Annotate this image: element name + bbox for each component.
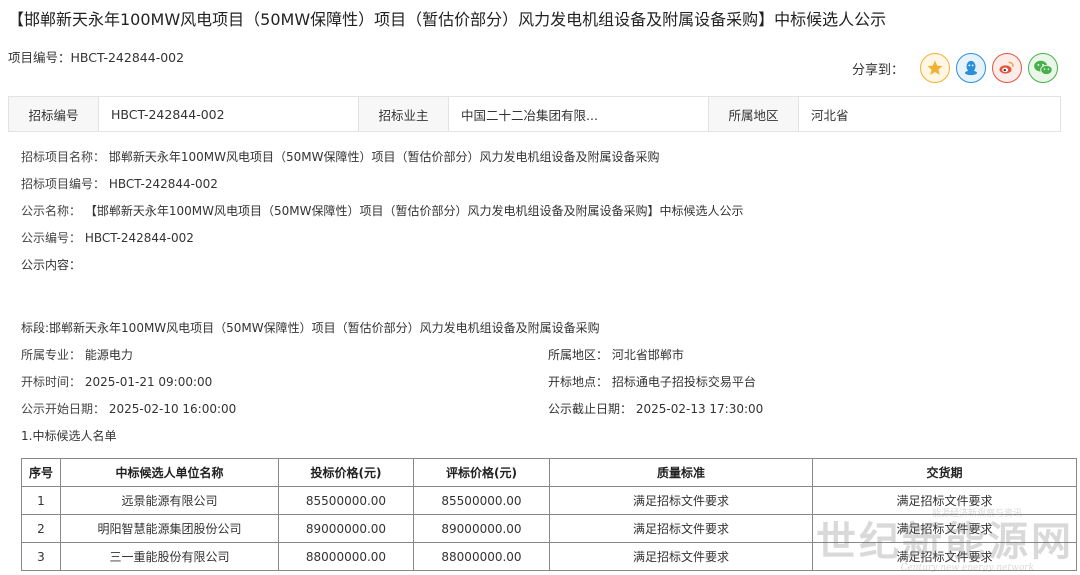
header-quality: 质量标准 [549, 458, 813, 487]
header-bid-price: 投标价格(元) [278, 458, 414, 487]
share-label: 分享到： [851, 62, 904, 78]
notice-end-label: 公示截止日期： [548, 402, 633, 416]
open-time-value: 2025-01-21 09:00:00 [84, 375, 213, 389]
share-weibo-button[interactable] [992, 53, 1022, 83]
cell-delivery: 满足招标文件要求 [812, 514, 1077, 543]
open-place-value: 招标通电子招投标交易平台 [611, 375, 756, 389]
cell-bid-price: 85500000.00 [278, 486, 414, 515]
area-label: 所属地区： [548, 348, 609, 362]
owner-value[interactable]: 中国二十二冶集团有限... [449, 97, 709, 131]
table-header-row: 序号 中标候选人单位名称 投标价格(元) 评标价格(元) 质量标准 交货期 [21, 458, 1077, 487]
notice-name-value: 【邯郸新天永年100MW风电项目（50MW保障性）项目（暂估价部分）风力发电机组… [84, 204, 744, 218]
qq-penguin-icon [965, 60, 977, 76]
notice-number-value: HBCT-242844-002 [84, 231, 194, 245]
open-place-label: 开标地点： [548, 375, 609, 389]
specialty-value: 能源电力 [84, 348, 133, 362]
cell-delivery: 满足招标文件要求 [812, 486, 1077, 515]
project-name-row: 招标项目名称： 邯郸新天永年100MW风电项目（50MW保障性）项目（暂估价部分… [21, 148, 659, 165]
share-qq-button[interactable] [956, 53, 986, 83]
info-bar: 招标编号 HBCT-242844-002 招标业主 中国二十二冶集团有限... … [8, 96, 1061, 132]
cell-quality: 满足招标文件要求 [549, 486, 813, 515]
table-row: 3 三一重能股份有限公司 88000000.00 88000000.00 满足招… [21, 542, 1077, 571]
project-number-value: HBCT-242844-002 [108, 177, 218, 191]
bid-number-value: HBCT-242844-002 [99, 97, 359, 131]
notice-number-row: 公示编号： HBCT-242844-002 [21, 229, 194, 246]
cell-index: 3 [21, 542, 61, 571]
candidate-table: 序号 中标候选人单位名称 投标价格(元) 评标价格(元) 质量标准 交货期 1 … [21, 458, 1077, 571]
share-bar: 分享到： [852, 53, 1058, 83]
notice-start-row: 公示开始日期： 2025-02-10 16:00:00 [21, 400, 236, 417]
qzone-star-icon [927, 60, 943, 75]
bid-number-label: 招标编号 [9, 97, 99, 131]
cell-eval-price: 89000000.00 [413, 514, 550, 543]
notice-end-row: 公示截止日期： 2025-02-13 17:30:00 [548, 400, 763, 417]
region-label: 所属地区 [709, 97, 799, 131]
header-company: 中标候选人单位名称 [60, 458, 279, 487]
cell-eval-price: 85500000.00 [413, 486, 550, 515]
cell-eval-price: 88000000.00 [413, 542, 550, 571]
notice-end-value: 2025-02-13 17:30:00 [635, 402, 764, 416]
specialty-label: 所属专业： [21, 348, 82, 362]
project-number-row: 招标项目编号： HBCT-242844-002 [21, 175, 218, 192]
candidate-list-title: 1.中标候选人名单 [21, 429, 117, 443]
cell-index: 1 [21, 486, 61, 515]
lot-title: 标段:邯郸新天永年100MW风电项目（50MW保障性）项目（暂估价部分）风力发电… [21, 321, 600, 335]
cell-bid-price: 89000000.00 [278, 514, 414, 543]
open-time-label: 开标时间： [21, 375, 82, 389]
area-row: 所属地区： 河北省邯郸市 [548, 346, 684, 363]
area-value: 河北省邯郸市 [611, 348, 684, 362]
region-value: 河北省 [811, 107, 849, 123]
table-row: 2 明阳智慧能源集团股份公司 89000000.00 89000000.00 满… [21, 514, 1077, 543]
notice-start-value: 2025-02-10 16:00:00 [108, 402, 237, 416]
project-number-label: 招标项目编号： [21, 177, 106, 191]
cell-company: 三一重能股份有限公司 [60, 542, 279, 571]
notice-name-label: 公示名称： [21, 204, 82, 218]
cell-quality: 满足招标文件要求 [549, 542, 813, 571]
header-eval-price: 评标价格(元) [413, 458, 550, 487]
header-delivery: 交货期 [812, 458, 1077, 487]
open-place-row: 开标地点： 招标通电子招投标交易平台 [548, 373, 756, 390]
notice-start-label: 公示开始日期： [21, 402, 106, 416]
cell-delivery: 满足招标文件要求 [812, 542, 1077, 571]
notice-content-label: 公示内容： [21, 258, 82, 272]
header-index: 序号 [21, 458, 61, 487]
cell-bid-price: 88000000.00 [278, 542, 414, 571]
open-time-row: 开标时间： 2025-01-21 09:00:00 [21, 373, 212, 390]
wechat-icon [1034, 60, 1053, 75]
page-title: 【邯郸新天永年100MW风电项目（50MW保障性）项目（暂估价部分）风力发电机组… [8, 10, 887, 29]
cell-company: 远景能源有限公司 [60, 486, 279, 515]
specialty-row: 所属专业： 能源电力 [21, 346, 133, 363]
cell-company: 明阳智慧能源集团股份公司 [60, 514, 279, 543]
cell-quality: 满足招标文件要求 [549, 514, 813, 543]
weibo-icon [999, 61, 1014, 74]
notice-name-row: 公示名称： 【邯郸新天永年100MW风电项目（50MW保障性）项目（暂估价部分）… [21, 202, 743, 219]
owner-label: 招标业主 [359, 97, 449, 131]
notice-number-label: 公示编号： [21, 231, 82, 245]
project-name-value: 邯郸新天永年100MW风电项目（50MW保障性）项目（暂估价部分）风力发电机组设… [108, 150, 660, 164]
project-number: 项目编号：HBCT-242844-002 [8, 50, 185, 65]
cell-index: 2 [21, 514, 61, 543]
share-wechat-button[interactable] [1028, 53, 1058, 83]
table-row: 1 远景能源有限公司 85500000.00 85500000.00 满足招标文… [21, 486, 1077, 515]
share-qzone-button[interactable] [920, 53, 950, 83]
project-name-label: 招标项目名称： [21, 150, 106, 164]
